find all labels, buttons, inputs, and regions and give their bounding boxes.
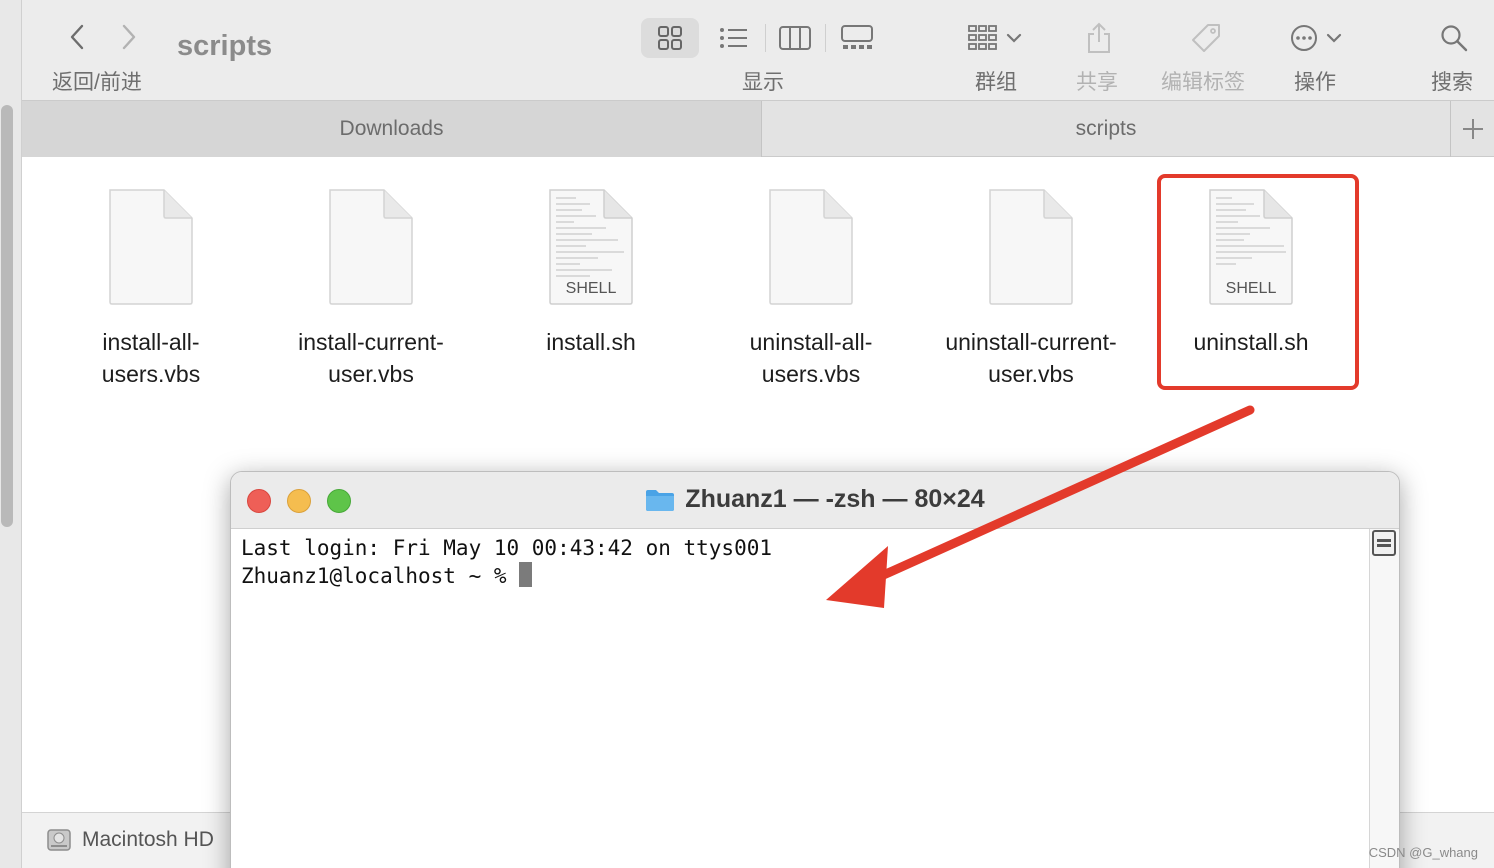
file-item[interactable]: install-all-users.vbs <box>46 186 256 390</box>
shell-script-icon: SHELL <box>546 186 636 308</box>
column-view-button[interactable] <box>766 18 824 58</box>
search-button[interactable] <box>1440 18 1468 58</box>
nav-label: 返回/前进 <box>52 71 142 94</box>
watermark: CSDN @G_whang <box>1368 845 1478 860</box>
file-item[interactable]: uninstall-all-users.vbs <box>706 186 916 390</box>
group-button[interactable] <box>968 18 1022 58</box>
terminal-window[interactable]: Zhuanz1 — -zsh — 80×24 Last login: Fri M… <box>230 471 1400 868</box>
icon-view-button[interactable] <box>641 18 699 58</box>
search-icon <box>1441 25 1468 52</box>
tab-scripts[interactable]: scripts <box>762 101 1450 157</box>
forward-button[interactable] <box>112 20 146 54</box>
highlight-box <box>1157 174 1359 390</box>
back-button[interactable] <box>60 20 94 54</box>
sidebar <box>0 0 22 868</box>
action-label: 操作 <box>1294 71 1336 94</box>
edit-tags-button[interactable] <box>1190 18 1222 58</box>
sidebar-scrollbar[interactable] <box>1 105 13 527</box>
tab-bar: Downloads scripts <box>22 100 1494 157</box>
prompt-line: Zhuanz1@localhost ~ % <box>241 562 772 590</box>
file-name: uninstall-all-users.vbs <box>749 329 873 387</box>
columns-icon <box>779 26 811 50</box>
document-icon <box>986 186 1076 308</box>
chevron-left-icon <box>70 24 84 50</box>
hard-drive-icon <box>47 829 71 851</box>
plus-icon <box>1462 119 1483 139</box>
share-label: 共享 <box>1076 71 1118 94</box>
file-item[interactable]: uninstall-current-user.vbs <box>926 186 1136 390</box>
group-grid-icon <box>968 25 997 50</box>
search-label: 搜索 <box>1431 71 1473 94</box>
edit-tags-label: 编辑标签 <box>1161 71 1245 94</box>
tab-downloads[interactable]: Downloads <box>22 101 761 157</box>
view-label: 显示 <box>742 71 784 94</box>
file-name: install-all-users.vbs <box>101 329 201 387</box>
chevron-right-icon <box>122 24 136 50</box>
chevron-down-icon <box>1006 33 1022 43</box>
disk-label: Macintosh HD <box>82 828 214 851</box>
action-button[interactable] <box>1290 18 1342 58</box>
file-name: install-current-user.vbs <box>298 329 444 387</box>
list-view-button[interactable] <box>705 18 763 58</box>
shell-prompt: Zhuanz1@localhost ~ % <box>241 564 520 588</box>
grid-icon <box>658 26 682 50</box>
file-item[interactable]: SHELL install.sh <box>486 186 696 358</box>
document-icon <box>766 186 856 308</box>
terminal-scrollbar[interactable] <box>1369 529 1399 868</box>
ellipsis-circle-icon <box>1291 25 1317 51</box>
file-item[interactable]: install-current-user.vbs <box>266 186 476 390</box>
chevron-down-icon <box>1326 33 1342 43</box>
terminal-titlebar[interactable]: Zhuanz1 — -zsh — 80×24 <box>231 472 1399 529</box>
document-icon <box>106 186 196 308</box>
file-name: uninstall-current-user.vbs <box>945 329 1117 387</box>
toolbar-divider <box>825 24 826 52</box>
document-icon <box>326 186 416 308</box>
tag-icon <box>1192 24 1220 52</box>
path-item-disk[interactable]: Macintosh HD <box>46 827 214 853</box>
file-name: install.sh <box>546 329 636 355</box>
terminal-title: Zhuanz1 — -zsh — 80×24 <box>231 485 1399 514</box>
gallery-view-button[interactable] <box>828 18 886 58</box>
group-label: 群组 <box>975 71 1017 94</box>
split-icon <box>1377 539 1391 547</box>
gallery-icon <box>841 25 873 49</box>
finder-toolbar: 返回/前进 scripts 显示 群组 共享 编辑标签 操作 搜索 <box>22 0 1494 100</box>
terminal-output[interactable]: Last login: Fri May 10 00:43:42 on ttys0… <box>241 534 772 590</box>
last-login-line: Last login: Fri May 10 00:43:42 on ttys0… <box>241 536 773 560</box>
scroll-split-button[interactable] <box>1372 530 1396 556</box>
text-cursor <box>519 562 533 587</box>
new-tab-button[interactable] <box>1450 101 1494 157</box>
share-button[interactable] <box>1086 18 1112 58</box>
list-icon <box>720 28 747 48</box>
file-kind-label: SHELL <box>565 280 617 297</box>
share-icon <box>1088 22 1110 53</box>
window-title: scripts <box>177 30 273 62</box>
folder-icon <box>646 489 675 511</box>
